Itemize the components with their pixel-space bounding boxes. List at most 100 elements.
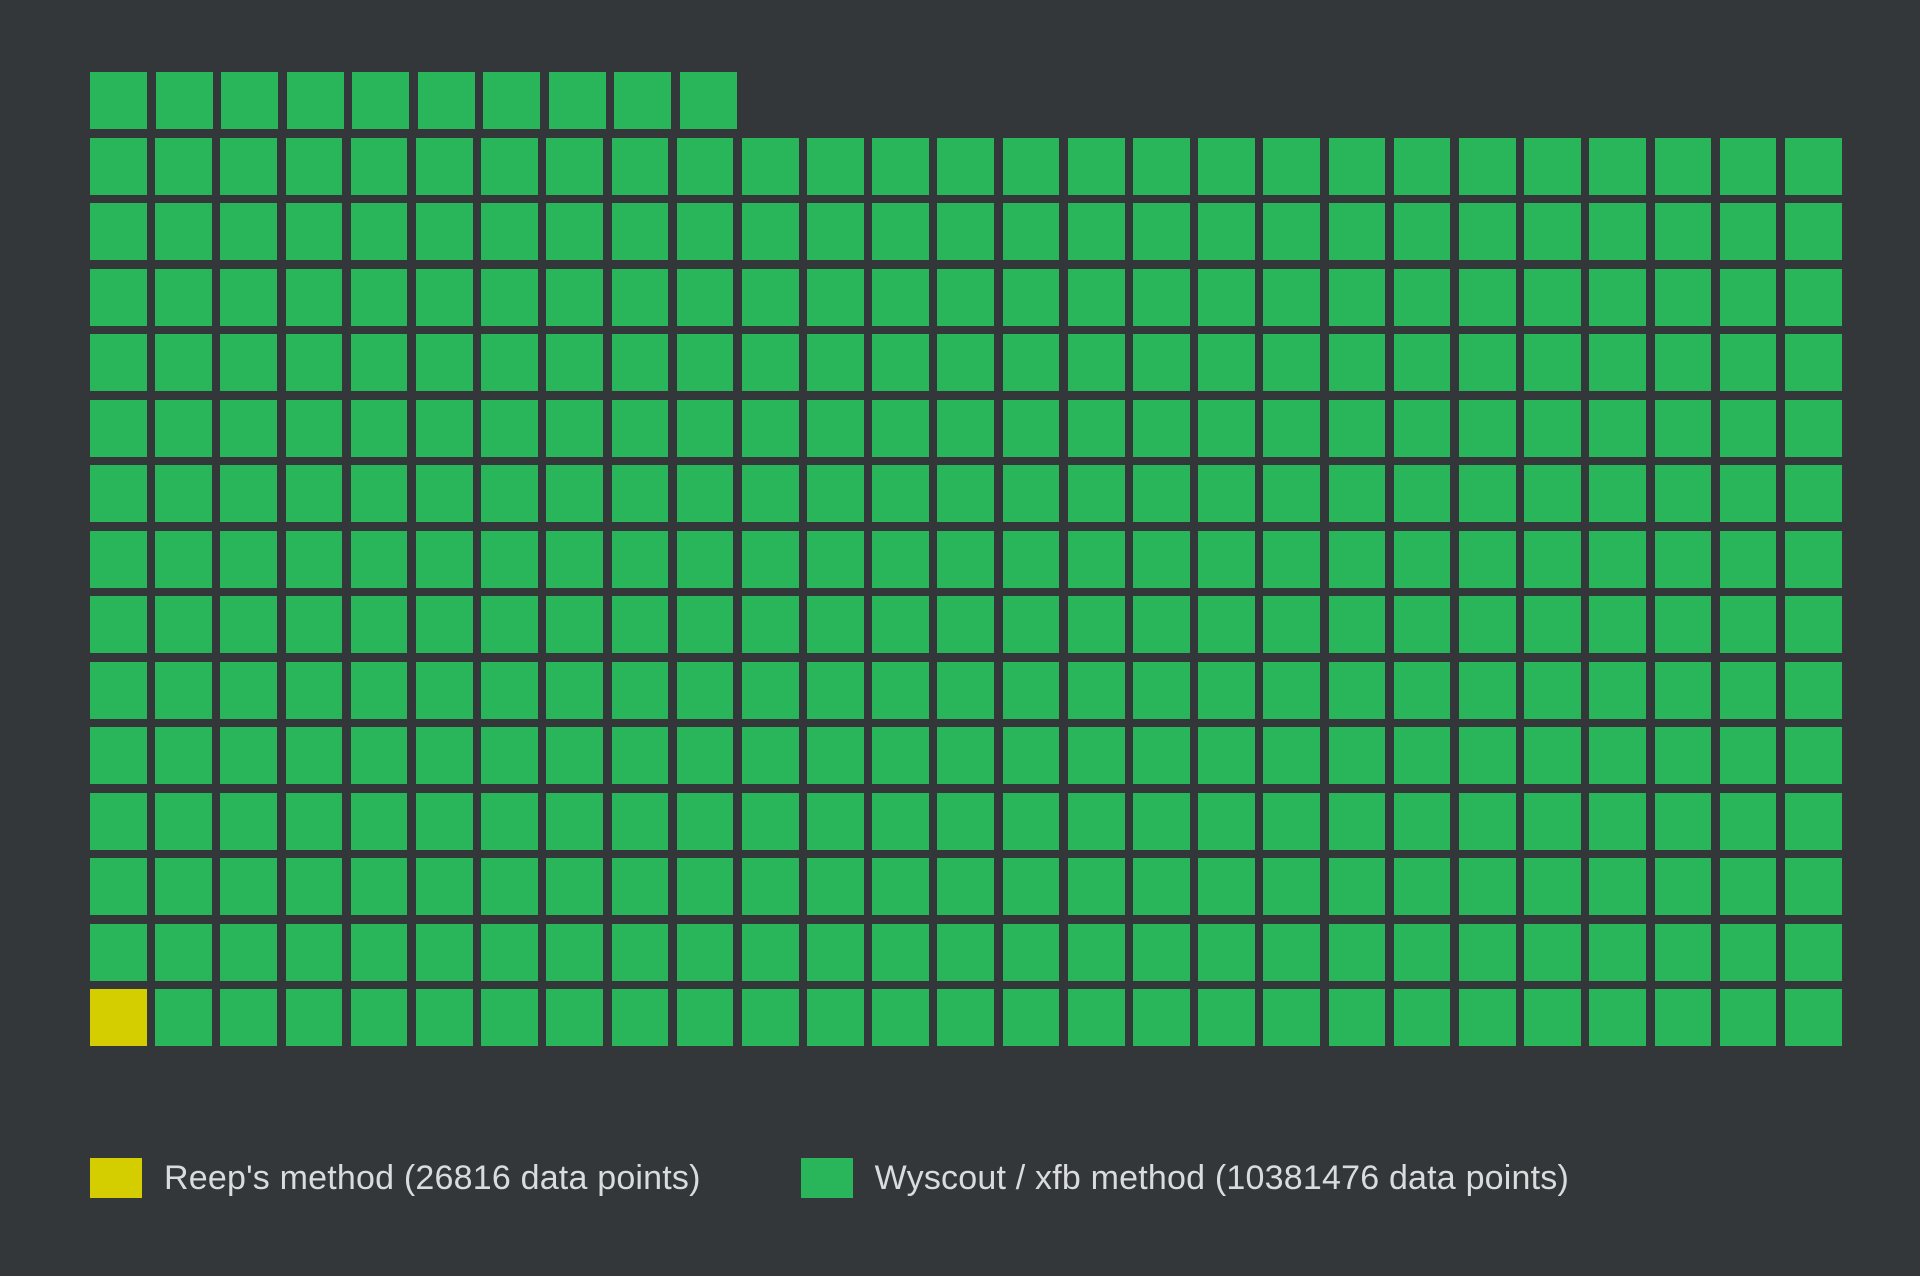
pictogram-unit	[1263, 531, 1320, 588]
pictogram-unit	[742, 858, 799, 915]
pictogram-unit	[1068, 793, 1125, 850]
pictogram-unit	[1198, 400, 1255, 457]
pictogram-unit	[742, 989, 799, 1046]
pictogram-unit	[1133, 727, 1190, 784]
pictogram-unit	[1785, 989, 1842, 1046]
pictogram-unit	[1524, 596, 1581, 653]
pictogram-unit	[546, 924, 603, 981]
pictogram-unit	[1459, 465, 1516, 522]
pictogram-unit	[481, 269, 538, 326]
pictogram-unit	[937, 465, 994, 522]
pictogram-unit	[352, 72, 409, 129]
pictogram-unit	[90, 465, 147, 522]
pictogram-unit	[1720, 662, 1777, 719]
pictogram-unit	[286, 138, 343, 195]
pictogram-unit	[1720, 924, 1777, 981]
pictogram-unit	[1003, 662, 1060, 719]
pictogram-unit	[807, 465, 864, 522]
pictogram-unit	[1589, 465, 1646, 522]
pictogram-unit	[742, 924, 799, 981]
pictogram-unit	[1198, 858, 1255, 915]
pictogram-unit	[220, 596, 277, 653]
pictogram-unit	[546, 138, 603, 195]
pictogram-unit	[872, 400, 929, 457]
pictogram-unit	[416, 793, 473, 850]
pictogram-unit	[351, 531, 408, 588]
pictogram-unit	[286, 400, 343, 457]
pictogram-unit	[1394, 269, 1451, 326]
pictogram-unit	[546, 334, 603, 391]
pictogram-unit	[677, 924, 734, 981]
pictogram-unit	[677, 989, 734, 1046]
pictogram-unit	[351, 203, 408, 260]
pictogram-unit	[1198, 203, 1255, 260]
pictogram-unit	[1068, 727, 1125, 784]
pictogram-unit	[1524, 858, 1581, 915]
pictogram-unit	[1655, 465, 1712, 522]
pictogram-unit	[481, 858, 538, 915]
pictogram-unit	[742, 334, 799, 391]
pictogram-unit	[1329, 203, 1386, 260]
pictogram-unit	[1329, 269, 1386, 326]
pictogram-unit	[1394, 924, 1451, 981]
pictogram-unit	[1524, 531, 1581, 588]
pictogram-unit	[1720, 334, 1777, 391]
pictogram-unit	[416, 203, 473, 260]
pictogram-unit	[612, 334, 669, 391]
pictogram-unit	[286, 531, 343, 588]
pictogram-unit	[286, 465, 343, 522]
pictogram-unit	[872, 203, 929, 260]
pictogram-unit	[1263, 989, 1320, 1046]
pictogram-unit	[612, 793, 669, 850]
pictogram-unit	[1133, 793, 1190, 850]
pictogram-unit	[1003, 858, 1060, 915]
pictogram-unit	[1589, 662, 1646, 719]
pictogram-unit	[1263, 596, 1320, 653]
pictogram-row	[90, 334, 1850, 400]
pictogram-unit	[937, 596, 994, 653]
pictogram-unit	[807, 138, 864, 195]
pictogram-unit	[481, 727, 538, 784]
pictogram-unit	[351, 400, 408, 457]
pictogram-unit	[1003, 138, 1060, 195]
pictogram-unit	[1655, 924, 1712, 981]
pictogram-unit	[1720, 858, 1777, 915]
pictogram-unit	[677, 465, 734, 522]
pictogram-unit	[1394, 793, 1451, 850]
pictogram-unit	[1720, 793, 1777, 850]
pictogram-unit	[1785, 138, 1842, 195]
pictogram-unit	[937, 793, 994, 850]
pictogram-unit	[1524, 727, 1581, 784]
pictogram-unit	[742, 138, 799, 195]
pictogram-unit	[1785, 400, 1842, 457]
pictogram-unit	[483, 72, 540, 129]
pictogram-unit	[90, 269, 147, 326]
pictogram-unit	[1133, 858, 1190, 915]
pictogram-unit	[742, 203, 799, 260]
pictogram-unit	[1394, 989, 1451, 1046]
pictogram-unit	[155, 138, 212, 195]
pictogram-unit	[220, 662, 277, 719]
pictogram-unit	[1003, 531, 1060, 588]
pictogram-unit	[872, 793, 929, 850]
pictogram-unit	[1068, 138, 1125, 195]
pictogram-unit	[1524, 924, 1581, 981]
pictogram-unit	[90, 858, 147, 915]
pictogram-unit	[807, 924, 864, 981]
pictogram-unit	[1329, 138, 1386, 195]
pictogram-row	[90, 727, 1850, 793]
pictogram-unit	[220, 924, 277, 981]
pictogram-unit	[220, 793, 277, 850]
pictogram-unit	[1068, 334, 1125, 391]
pictogram-unit	[937, 858, 994, 915]
pictogram-unit	[1003, 269, 1060, 326]
pictogram-grid	[90, 72, 1850, 1055]
pictogram-unit	[90, 662, 147, 719]
pictogram-unit	[286, 924, 343, 981]
pictogram-unit	[1459, 727, 1516, 784]
pictogram-unit	[1394, 858, 1451, 915]
pictogram-unit	[546, 531, 603, 588]
chart-canvas: Reep's method (26816 data points) Wyscou…	[0, 0, 1920, 1276]
pictogram-unit	[937, 138, 994, 195]
pictogram-unit	[416, 531, 473, 588]
